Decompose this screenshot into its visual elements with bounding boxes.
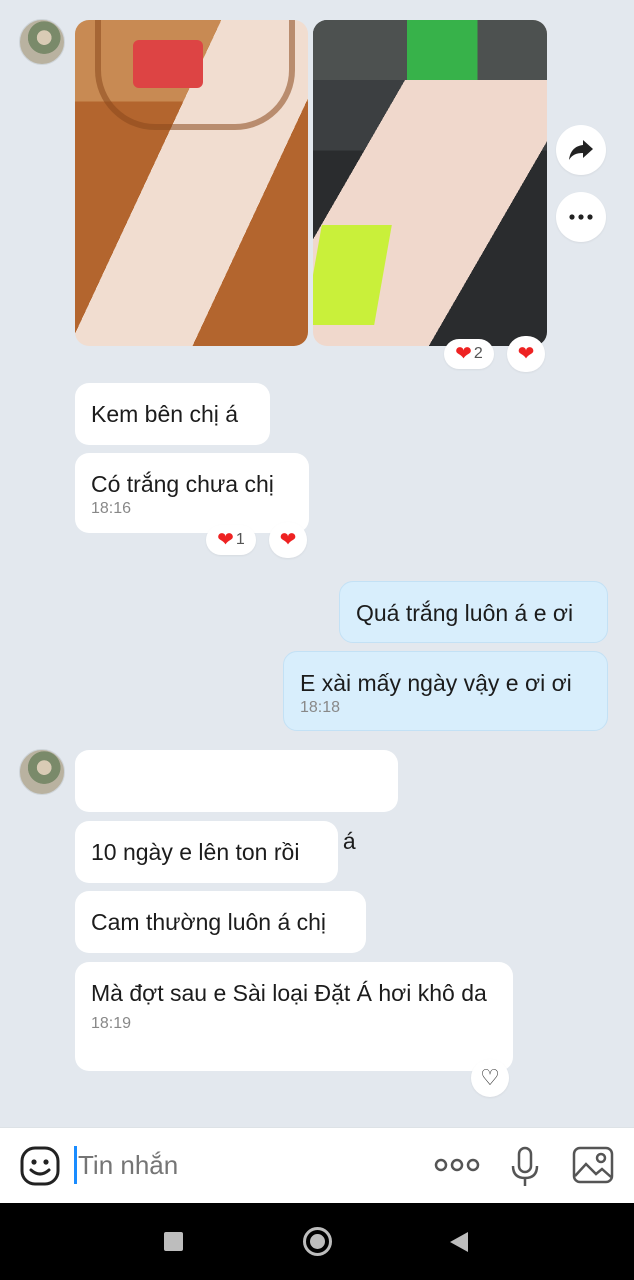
message-react-button[interactable]: ❤ bbox=[269, 522, 307, 558]
more-horizontal-icon bbox=[434, 1158, 480, 1172]
more-button[interactable] bbox=[556, 192, 606, 242]
message-text: Quá trắng luôn á e ơi bbox=[356, 600, 574, 626]
message-text: Có trắng chưa chị bbox=[91, 471, 274, 497]
message-input-bar bbox=[0, 1127, 634, 1203]
message-text: E xài mấy ngày vậy e ơi ơi bbox=[300, 670, 572, 696]
more-options-button[interactable] bbox=[434, 1155, 480, 1175]
message-bubble[interactable]: 10 ngày e lên ton rồi bbox=[75, 821, 338, 883]
photo-reaction-count: 2 bbox=[473, 345, 483, 362]
message-reaction-summary[interactable]: ❤ 1 bbox=[206, 525, 256, 555]
heart-icon: ❤ bbox=[279, 529, 297, 551]
more-icon bbox=[569, 214, 593, 220]
home-icon[interactable] bbox=[303, 1227, 332, 1256]
system-nav-bar bbox=[0, 1203, 634, 1280]
back-icon[interactable] bbox=[449, 1231, 469, 1258]
message-text: Kem bên chị á bbox=[91, 401, 239, 427]
emoji-button[interactable] bbox=[20, 1146, 60, 1186]
voice-button[interactable] bbox=[510, 1146, 540, 1188]
message-bubble[interactable]: Cam thường luôn á chị bbox=[75, 891, 366, 953]
message-time: 18:19 bbox=[91, 1015, 132, 1032]
my-message-bubble[interactable]: E xài mấy ngày vậy e ơi ơi 18:18 bbox=[283, 651, 608, 731]
message-time: 18:16 bbox=[91, 500, 132, 517]
message-text: 10 ngày e lên ton rồi bbox=[91, 839, 300, 865]
chat-photo-1[interactable] bbox=[75, 20, 308, 346]
heart-icon: ❤ bbox=[517, 343, 535, 365]
emoji-icon bbox=[20, 1146, 60, 1186]
text-cursor bbox=[74, 1146, 77, 1184]
gallery-button[interactable] bbox=[572, 1146, 614, 1184]
message-text: Cam thường luôn á chị bbox=[91, 909, 327, 935]
message-bubble[interactable]: E sai bên chị cũng lâu r á bbox=[75, 750, 398, 854]
message-bubble[interactable]: Mà đợt sau e Sài loại Đặt Á hơi khô da 1… bbox=[75, 962, 513, 1071]
message-input[interactable] bbox=[78, 1142, 408, 1188]
heart-icon: ❤ bbox=[455, 343, 472, 365]
message-text: Mà đợt sau e Sài loại Đặt Á hơi khô da bbox=[91, 980, 487, 1006]
message-time: 18:18 bbox=[300, 699, 341, 716]
chat-photo-2[interactable] bbox=[313, 20, 547, 346]
message-bubble[interactable]: Có trắng chưa chị 18:16 bbox=[75, 453, 309, 533]
gallery-icon bbox=[572, 1146, 614, 1184]
my-message-bubble[interactable]: Quá trắng luôn á e ơi bbox=[339, 581, 608, 643]
contact-avatar[interactable] bbox=[19, 749, 65, 795]
message-react-button[interactable]: ♡ bbox=[471, 1059, 509, 1097]
share-icon bbox=[569, 140, 593, 160]
heart-icon: ❤ bbox=[217, 529, 234, 551]
photo-reaction-summary[interactable]: ❤ 2 bbox=[444, 339, 494, 369]
photo-react-button[interactable]: ❤ bbox=[507, 336, 545, 372]
contact-avatar[interactable] bbox=[19, 19, 65, 65]
message-reaction-count: 1 bbox=[235, 531, 245, 548]
heart-outline-icon: ♡ bbox=[480, 1065, 500, 1090]
mic-icon bbox=[511, 1146, 539, 1186]
message-bubble[interactable]: Kem bên chị á bbox=[75, 383, 270, 445]
recent-apps-icon[interactable] bbox=[164, 1232, 183, 1251]
share-button[interactable] bbox=[556, 125, 606, 175]
